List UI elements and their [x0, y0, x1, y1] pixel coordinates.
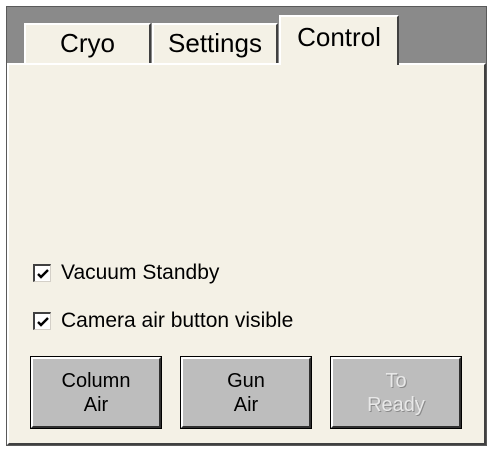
vacuum-standby-label: Vacuum Standby — [61, 261, 220, 284]
checkmark-icon — [37, 317, 49, 327]
tab-strip: Cryo Settings Control — [7, 7, 486, 65]
tab-control-label: Control — [297, 22, 381, 52]
column-air-label-line2: Air — [83, 393, 109, 416]
gun-air-label-line1: Gun — [227, 369, 265, 392]
gun-air-button[interactable]: Gun Air — [180, 356, 312, 429]
tab-control[interactable]: Control — [279, 15, 399, 65]
tab-cryo-label: Cryo — [60, 28, 115, 58]
column-air-label-line1: Column — [61, 369, 131, 392]
vacuum-standby-checkbox[interactable] — [33, 264, 51, 282]
tab-cryo[interactable]: Cryo — [24, 23, 151, 63]
vacuum-standby-option[interactable]: Vacuum Standby — [33, 261, 219, 285]
control-panel: Vacuum Standby Camera air button visible… — [7, 63, 486, 445]
camera-air-visible-checkbox[interactable] — [33, 312, 51, 330]
camera-air-visible-label: Camera air button visible — [61, 309, 294, 332]
checkmark-icon — [37, 269, 49, 279]
camera-air-visible-option[interactable]: Camera air button visible — [33, 309, 293, 333]
to-ready-label-line1: To — [385, 369, 407, 392]
to-ready-button[interactable]: To Ready — [330, 356, 462, 429]
gun-air-label-line2: Air — [233, 393, 259, 416]
tab-settings[interactable]: Settings — [152, 23, 278, 63]
tab-settings-label: Settings — [168, 28, 262, 58]
column-air-button[interactable]: Column Air — [30, 356, 162, 429]
to-ready-label-line2: Ready — [367, 393, 425, 416]
control-window: Cryo Settings Control Vacuum Standby Cam… — [6, 6, 487, 446]
